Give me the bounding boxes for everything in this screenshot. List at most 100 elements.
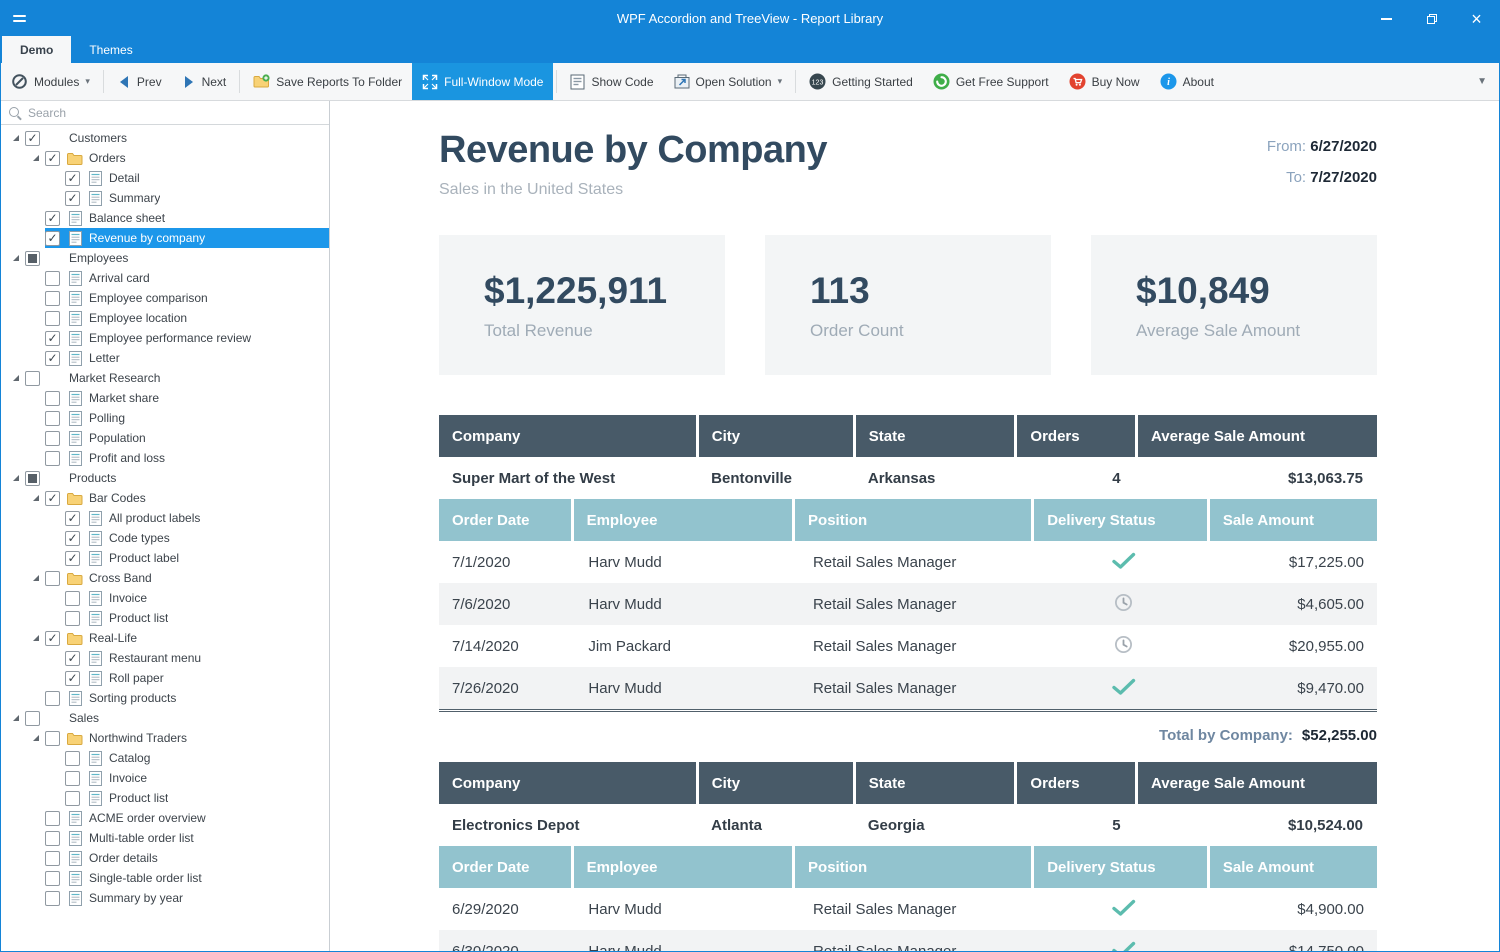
checkbox-off[interactable] — [65, 771, 80, 786]
tree-item-multi-table-order-list[interactable]: Multi-table order list — [1, 828, 329, 848]
full-window-mode-button[interactable]: Full-Window Mode — [412, 63, 553, 100]
tree-item-revenue-by-company[interactable]: Revenue by company — [1, 228, 329, 248]
tree-item-code-types[interactable]: Code types — [1, 528, 329, 548]
checkbox-off[interactable] — [45, 431, 60, 446]
tree-item-letter[interactable]: Letter — [1, 348, 329, 368]
getting-started-button[interactable]: 123 Getting Started — [799, 63, 923, 100]
tree-item-employee-location[interactable]: Employee location — [1, 308, 329, 328]
tree-item-market-share[interactable]: Market share — [1, 388, 329, 408]
checkbox-on[interactable] — [25, 131, 40, 146]
expander-icon[interactable] — [27, 488, 45, 508]
tree-item-summary[interactable]: Summary — [1, 188, 329, 208]
tree-item-summary-by-year[interactable]: Summary by year — [1, 888, 329, 908]
minimize-button[interactable] — [1364, 1, 1409, 36]
expander-icon[interactable] — [7, 708, 25, 728]
expander-icon[interactable] — [7, 368, 25, 388]
tree-item-single-table-order-list[interactable]: Single-table order list — [1, 868, 329, 888]
tab-themes[interactable]: Themes — [71, 36, 150, 63]
about-button[interactable]: i About — [1150, 63, 1224, 100]
tree-item-cross-band[interactable]: Cross Band — [1, 568, 329, 588]
checkbox-off[interactable] — [25, 371, 40, 386]
checkbox-on[interactable] — [45, 351, 60, 366]
tree-item-invoice[interactable]: Invoice — [1, 588, 329, 608]
app-menu-icon[interactable] — [13, 15, 26, 22]
checkbox-off[interactable] — [45, 731, 60, 746]
checkbox-on[interactable] — [65, 171, 80, 186]
search-input[interactable] — [28, 106, 322, 120]
buy-now-button[interactable]: Buy Now — [1059, 63, 1150, 100]
tree-item-products[interactable]: Products — [1, 468, 329, 488]
checkbox-on[interactable] — [45, 491, 60, 506]
tree-item-order-details[interactable]: Order details — [1, 848, 329, 868]
tree-item-employee-performance-review[interactable]: Employee performance review — [1, 328, 329, 348]
tree-item-acme-order-overview[interactable]: ACME order overview — [1, 808, 329, 828]
tree-item-polling[interactable]: Polling — [1, 408, 329, 428]
tree-item-population[interactable]: Population — [1, 428, 329, 448]
next-button[interactable]: Next — [172, 63, 237, 100]
toolbar-overflow-button[interactable]: ▼ — [1465, 63, 1499, 100]
tree-item-employees[interactable]: Employees — [1, 248, 329, 268]
prev-button[interactable]: Prev — [107, 63, 172, 100]
tree-item-roll-paper[interactable]: Roll paper — [1, 668, 329, 688]
tree-item-sales[interactable]: Sales — [1, 708, 329, 728]
checkbox-off[interactable] — [45, 311, 60, 326]
tab-demo[interactable]: Demo — [2, 36, 71, 63]
checkbox-on[interactable] — [65, 551, 80, 566]
checkbox-off[interactable] — [45, 851, 60, 866]
tree-item-arrival-card[interactable]: Arrival card — [1, 268, 329, 288]
expander-icon[interactable] — [27, 728, 45, 748]
expander-icon[interactable] — [7, 248, 25, 268]
checkbox-on[interactable] — [65, 651, 80, 666]
checkbox-on[interactable] — [65, 191, 80, 206]
tree-item-restaurant-menu[interactable]: Restaurant menu — [1, 648, 329, 668]
tree-item-northwind-traders[interactable]: Northwind Traders — [1, 728, 329, 748]
checkbox-on[interactable] — [45, 331, 60, 346]
checkbox-off[interactable] — [25, 711, 40, 726]
get-free-support-button[interactable]: Get Free Support — [923, 63, 1059, 100]
expander-icon[interactable] — [27, 628, 45, 648]
checkbox-off[interactable] — [45, 291, 60, 306]
modules-button[interactable]: Modules ▾ — [1, 63, 100, 100]
checkbox-off[interactable] — [65, 591, 80, 606]
tree-item-real-life[interactable]: Real-Life — [1, 628, 329, 648]
tree-item-product-list[interactable]: Product list — [1, 788, 329, 808]
tree-item-profit-and-loss[interactable]: Profit and loss — [1, 448, 329, 468]
save-reports-button[interactable]: Save Reports To Folder — [243, 63, 412, 100]
tree-item-detail[interactable]: Detail — [1, 168, 329, 188]
checkbox-off[interactable] — [65, 791, 80, 806]
open-solution-button[interactable]: Open Solution ▾ — [664, 63, 793, 100]
tree-item-all-product-labels[interactable]: All product labels — [1, 508, 329, 528]
close-button[interactable]: × — [1454, 1, 1499, 36]
checkbox-off[interactable] — [45, 891, 60, 906]
tree-item-orders[interactable]: Orders — [1, 148, 329, 168]
checkbox-off[interactable] — [45, 391, 60, 406]
checkbox-on[interactable] — [45, 151, 60, 166]
restore-button[interactable] — [1409, 1, 1454, 36]
tree-item-bar-codes[interactable]: Bar Codes — [1, 488, 329, 508]
expander-icon[interactable] — [7, 468, 25, 488]
checkbox-on[interactable] — [45, 231, 60, 246]
checkbox-on[interactable] — [65, 671, 80, 686]
checkbox-on[interactable] — [45, 631, 60, 646]
checkbox-off[interactable] — [45, 571, 60, 586]
checkbox-off[interactable] — [65, 751, 80, 766]
tree-item-balance-sheet[interactable]: Balance sheet — [1, 208, 329, 228]
checkbox-off[interactable] — [45, 451, 60, 466]
checkbox-off[interactable] — [45, 271, 60, 286]
tree-item-employee-comparison[interactable]: Employee comparison — [1, 288, 329, 308]
checkbox-off[interactable] — [65, 611, 80, 626]
tree-item-product-label[interactable]: Product label — [1, 548, 329, 568]
tree-item-sorting-products[interactable]: Sorting products — [1, 688, 329, 708]
checkbox-on[interactable] — [65, 511, 80, 526]
checkbox-off[interactable] — [45, 691, 60, 706]
checkbox-partial[interactable] — [25, 471, 40, 486]
tree-item-market-research[interactable]: Market Research — [1, 368, 329, 388]
checkbox-off[interactable] — [45, 411, 60, 426]
tree-item-product-list[interactable]: Product list — [1, 608, 329, 628]
show-code-button[interactable]: Show Code — [560, 63, 663, 100]
tree-item-invoice[interactable]: Invoice — [1, 768, 329, 788]
checkbox-on[interactable] — [45, 211, 60, 226]
checkbox-off[interactable] — [45, 871, 60, 886]
expander-icon[interactable] — [27, 148, 45, 168]
expander-icon[interactable] — [7, 128, 25, 148]
